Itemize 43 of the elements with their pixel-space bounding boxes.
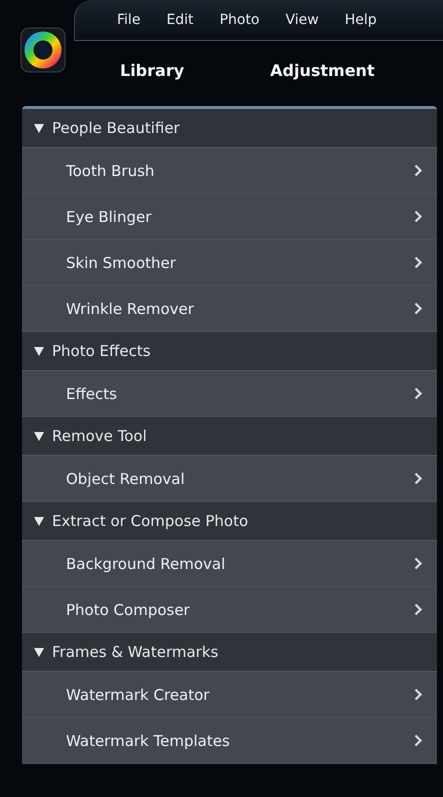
menu-item[interactable]: Edit: [166, 12, 194, 28]
section-title: Frames & Watermarks: [52, 643, 218, 661]
tool-label: Background Removal: [66, 554, 226, 572]
chevron-right-icon: [414, 688, 423, 701]
section-title: Photo Effects: [52, 342, 151, 360]
tool-label: Tooth Brush: [66, 162, 154, 180]
collapse-triangle-icon: [34, 346, 44, 356]
chevron-right-icon: [414, 734, 423, 747]
menu-item[interactable]: Photo: [220, 12, 260, 28]
nav-tab[interactable]: Library: [120, 61, 184, 80]
section-header[interactable]: Extract or Compose Photo: [22, 502, 437, 541]
menu-item[interactable]: Help: [344, 12, 377, 28]
section-header[interactable]: Remove Tool: [22, 417, 437, 456]
tool-label: Watermark Templates: [66, 732, 230, 750]
section-header[interactable]: Frames & Watermarks: [22, 633, 437, 672]
tool-label: Wrinkle Remover: [66, 300, 194, 318]
menu-item[interactable]: View: [286, 12, 319, 28]
chevron-right-icon: [414, 256, 423, 269]
collapse-triangle-icon: [34, 516, 44, 526]
tool-label: Watermark Creator: [66, 686, 210, 704]
tool-label: Photo Composer: [66, 600, 190, 618]
chevron-right-icon: [414, 387, 423, 400]
section-title: People Beautifier: [52, 119, 180, 137]
chevron-right-icon: [414, 164, 423, 177]
chevron-right-icon: [414, 557, 423, 570]
section-title: Extract or Compose Photo: [52, 512, 248, 530]
section-header[interactable]: People Beautifier: [22, 109, 437, 148]
section-header[interactable]: Photo Effects: [22, 332, 437, 371]
tool-label: Eye Blinger: [66, 208, 152, 226]
tool-label: Skin Smoother: [66, 254, 176, 272]
app-logo-icon: [20, 27, 66, 73]
chevron-right-icon: [414, 210, 423, 223]
nav-tab[interactable]: Adjustment: [270, 61, 375, 80]
chevron-right-icon: [414, 603, 423, 616]
collapse-triangle-icon: [34, 648, 44, 656]
collapse-triangle-icon: [34, 124, 44, 132]
tool-label: Effects: [66, 384, 117, 402]
section-title: Remove Tool: [52, 427, 147, 445]
tool-label: Object Removal: [66, 470, 185, 488]
chevron-right-icon: [414, 472, 423, 485]
menu-item[interactable]: File: [117, 12, 140, 28]
collapse-triangle-icon: [34, 432, 44, 440]
chevron-right-icon: [414, 302, 423, 315]
